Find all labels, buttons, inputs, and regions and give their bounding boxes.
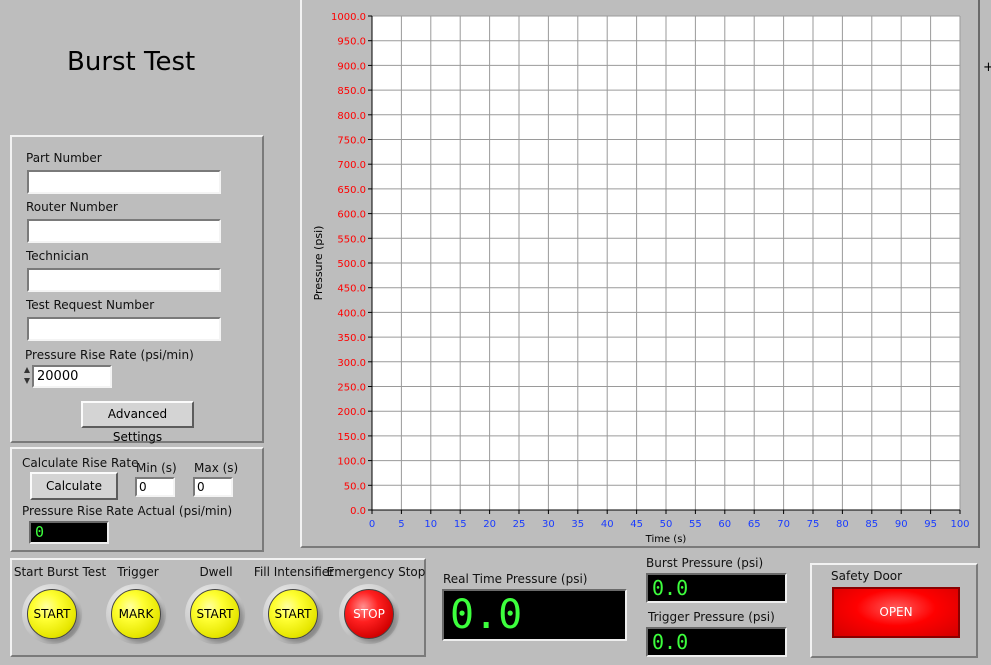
burst-pressure-label: Burst Pressure (psi) [646,556,764,570]
trigger-pressure-label: Trigger Pressure (psi) [648,610,775,624]
x-tick-label: 15 [454,519,467,530]
y-tick-label: 750.0 [337,136,366,147]
safety-door-indicator: OPEN [832,587,960,638]
x-tick-label: 10 [424,519,437,530]
y-tick-label: 900.0 [337,61,366,72]
y-tick-label: 0.0 [350,506,366,517]
y-tick-label: 150.0 [337,432,366,443]
y-tick-label: 350.0 [337,333,366,344]
y-tick-label: 550.0 [337,234,366,245]
calculate-rise-rate-label: Calculate Rise Rate [22,456,139,470]
rise-rate-actual-display: 0 [29,521,109,544]
x-tick-label: 100 [950,519,969,530]
y-tick-label: 600.0 [337,210,366,221]
y-tick-label: 200.0 [337,407,366,418]
x-tick-label: 60 [718,519,731,530]
part-number-field[interactable] [27,170,221,194]
y-tick-label: 850.0 [337,86,366,97]
burst-pressure-display: 0.0 [646,573,787,603]
x-tick-label: 70 [777,519,790,530]
technician-field[interactable] [27,268,221,292]
x-tick-label: 90 [895,519,908,530]
pressure-rise-rate-stepper[interactable] [24,366,32,386]
technician-label: Technician [26,249,89,263]
x-tick-label: 20 [483,519,496,530]
min-label: Min (s) [136,461,177,475]
x-tick-label: 5 [398,519,404,530]
y-tick-label: 700.0 [337,160,366,171]
pressure-rise-rate-field[interactable]: 20000 [32,365,112,388]
x-tick-label: 45 [630,519,643,530]
real-time-pressure-label: Real Time Pressure (psi) [443,572,588,586]
increment-arrow-icon[interactable] [24,367,30,373]
decrement-arrow-icon[interactable] [24,378,30,384]
test-request-number-field[interactable] [27,317,221,341]
x-tick-label: 85 [865,519,878,530]
x-tick-label: 50 [660,519,673,530]
y-tick-label: 250.0 [337,383,366,394]
y-tick-label: 50.0 [344,481,366,492]
x-tick-label: 0 [369,519,375,530]
router-number-label: Router Number [26,200,118,214]
y-tick-label: 950.0 [337,37,366,48]
min-field[interactable]: 0 [135,477,175,497]
pressure-chart: 0.050.0100.0150.0200.0250.0300.0350.0400… [312,12,970,545]
y-tick-label: 450.0 [337,284,366,295]
y-tick-label: 800.0 [337,111,366,122]
real-time-pressure-display: 0.0 [442,589,627,641]
router-number-field[interactable] [27,219,221,243]
fill-intensifier-start-button[interactable]: START [268,589,318,639]
x-tick-label: 80 [836,519,849,530]
crosshair-icon: + [983,60,991,75]
x-tick-label: 35 [571,519,584,530]
x-tick-label: 95 [924,519,937,530]
page-title: Burst Test [67,47,196,77]
y-tick-label: 300.0 [337,358,366,369]
x-tick-label: 75 [807,519,820,530]
part-number-label: Part Number [26,151,102,165]
trigger-mark-button[interactable]: MARK [111,589,161,639]
y-tick-label: 1000.0 [331,12,366,23]
x-tick-label: 65 [748,519,761,530]
y-tick-label: 500.0 [337,259,366,270]
x-tick-label: 25 [513,519,526,530]
safety-door-state: OPEN [879,605,913,619]
y-axis-label: Pressure (psi) [312,226,325,301]
advanced-settings-button[interactable]: Advanced Settings [81,401,194,444]
test-request-number-label: Test Request Number [26,298,155,312]
max-field[interactable]: 0 [193,477,233,497]
start-burst-test-button[interactable]: START [27,589,77,639]
x-tick-label: 40 [601,519,614,530]
max-label: Max (s) [194,461,239,475]
safety-door-label: Safety Door [831,569,903,583]
x-axis-label: Time (s) [645,534,687,545]
rise-rate-actual-label: Pressure Rise Rate Actual (psi/min) [22,504,233,518]
y-tick-label: 100.0 [337,457,366,468]
x-tick-label: 30 [542,519,555,530]
calculate-button[interactable]: Calculate [30,472,118,500]
x-tick-label: 55 [689,519,702,530]
trigger-pressure-display: 0.0 [646,627,787,657]
round-button-label: Emergency Stop [326,565,426,579]
y-tick-label: 400.0 [337,308,366,319]
pressure-rise-rate-label: Pressure Rise Rate (psi/min) [25,348,194,362]
dwell-start-button[interactable]: START [190,589,240,639]
emergency-stop-button[interactable]: STOP [344,589,394,639]
y-tick-label: 650.0 [337,185,366,196]
